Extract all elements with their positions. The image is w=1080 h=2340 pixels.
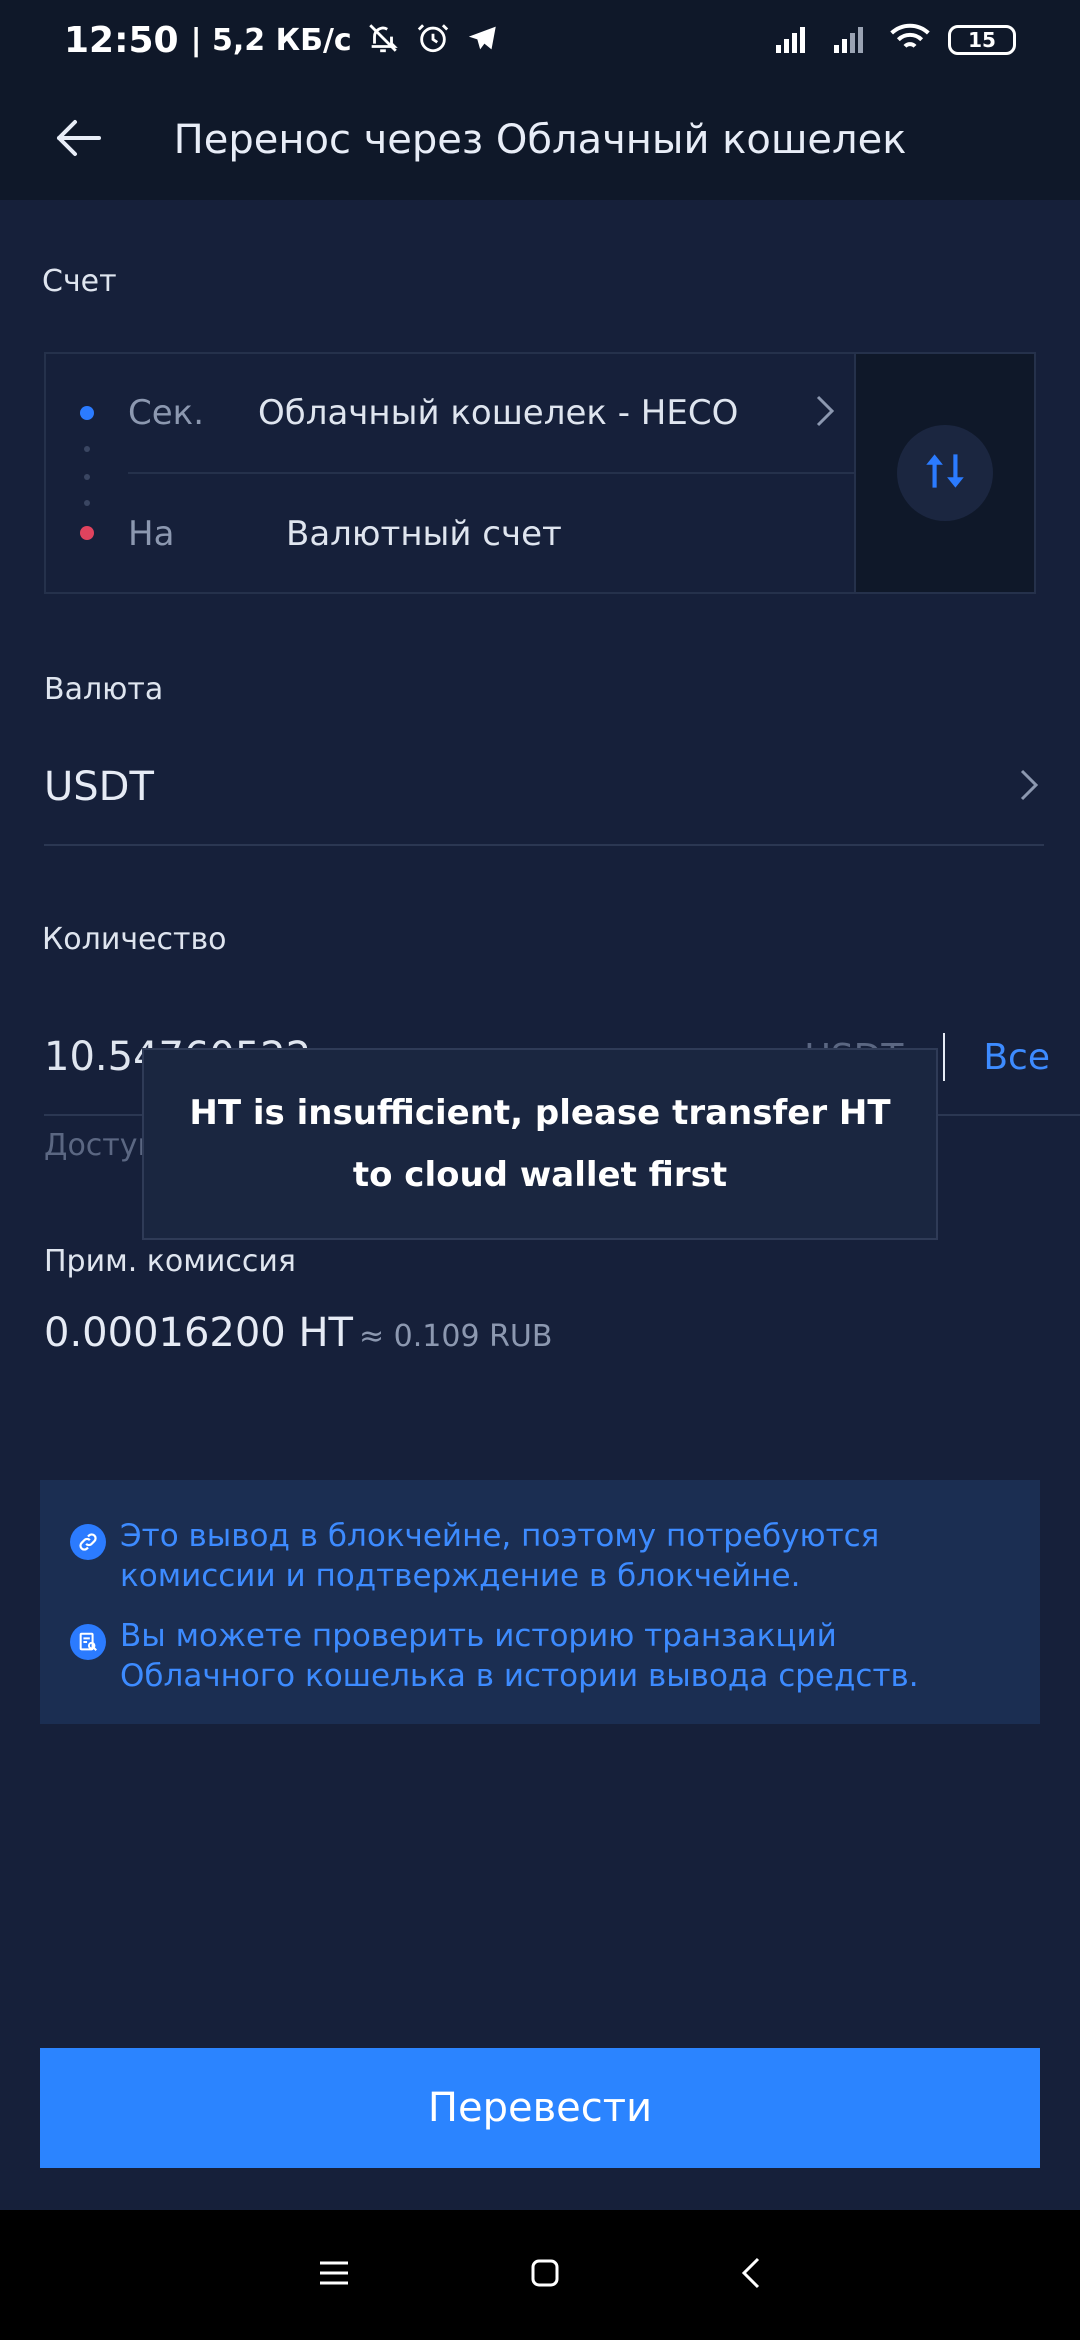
transfer-button[interactable]: Перевести [40,2048,1040,2168]
signal-icon [832,23,872,57]
from-dot [80,406,94,420]
account-selector: Сек. Облачный кошелек - HECO На Валютный… [44,352,1036,594]
currency-selector[interactable]: USDT [44,730,1044,846]
fee-approx: ≈ 0.109 RUB [358,1319,553,1354]
to-dot [80,526,94,540]
fee-value-row: 0.00016200 HT ≈ 0.109 RUB [44,1310,552,1356]
page-title: Перенос через Облачный кошелек [173,117,907,163]
all-button[interactable]: Все [983,1037,1050,1078]
from-account-value: Облачный кошелек - HECO [258,393,739,433]
status-bar: 12:50 | 5,2 КБ/с 15 [0,0,1080,80]
app-header: Перенос через Облачный кошелек [0,80,1080,200]
wifi-icon [890,23,930,57]
link-icon [70,1524,106,1560]
to-account-value: Валютный счет [286,514,562,554]
chevron-right-icon [1018,767,1040,807]
to-prefix: На [128,514,175,554]
error-toast: HT is insufficient, please transfer HT t… [142,1048,938,1240]
system-nav-bar [0,2210,1080,2340]
bell-off-icon [366,21,400,59]
fee-value: 0.00016200 HT [44,1310,353,1356]
home-icon[interactable] [530,2258,560,2292]
info-item: Вы можете проверить историю транзакций О… [70,1616,1010,1696]
back-nav-icon[interactable] [740,2256,762,2294]
from-prefix: Сек. [128,393,205,433]
swap-button[interactable] [897,425,993,521]
account-label: Счет [42,264,117,299]
amount-label: Количество [42,922,227,957]
swap-panel [854,354,1034,592]
document-search-icon [70,1624,106,1660]
info-text: Это вывод в блокчейне, поэтому потребуют… [120,1518,880,1594]
alarm-icon [416,21,450,59]
info-text: Вы можете проверить историю транзакций О… [120,1618,919,1694]
currency-value: USDT [44,764,154,810]
status-time: 12:50 [64,19,179,61]
menu-icon[interactable] [318,2259,350,2291]
to-account-row: На Валютный счет [128,474,858,594]
fee-label: Прим. комиссия [44,1244,296,1279]
network-speed: | 5,2 КБ/с [190,22,352,58]
battery-icon: 15 [948,25,1016,55]
info-item: Это вывод в блокчейне, поэтому потребуют… [70,1516,1010,1596]
signal-icon [774,23,814,57]
from-account-row[interactable]: Сек. Облачный кошелек - HECO [128,354,858,474]
swap-arrows-icon [920,446,970,500]
telegram-icon [466,21,500,59]
info-box: Это вывод в блокчейне, поэтому потребуют… [40,1480,1040,1724]
chevron-right-icon [814,393,836,433]
currency-label: Валюта [44,672,164,707]
